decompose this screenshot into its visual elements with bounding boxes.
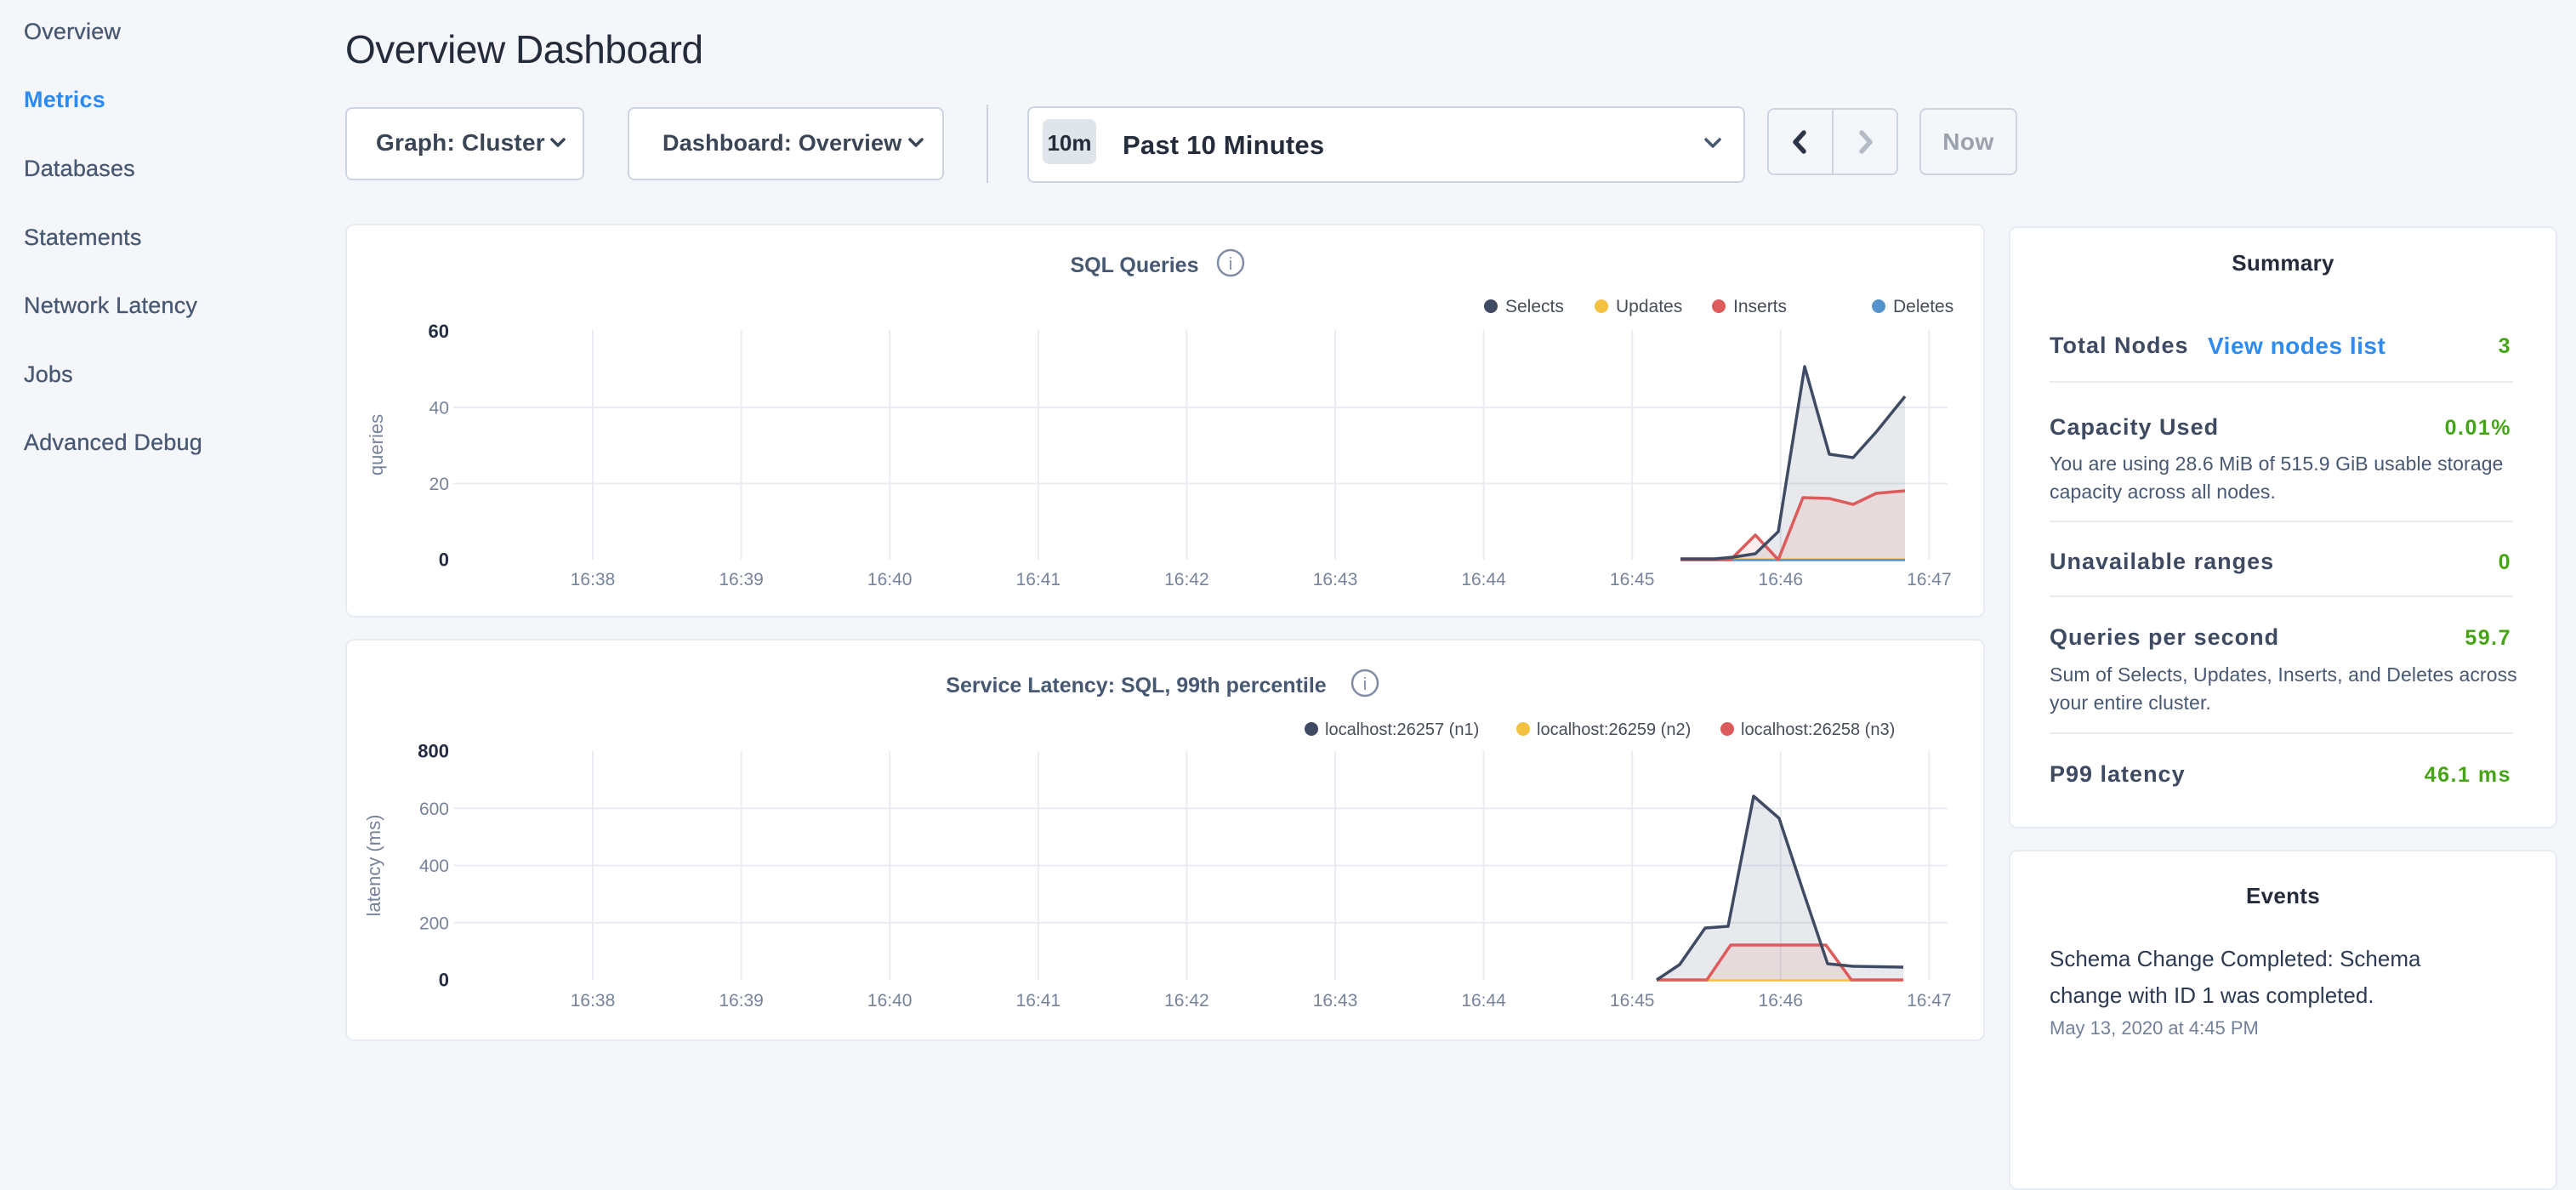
svg-text:16:40: 16:40 xyxy=(867,991,913,1011)
svg-text:16:43: 16:43 xyxy=(1313,570,1358,589)
svg-text:localhost:26257 (n1): localhost:26257 (n1) xyxy=(1325,720,1479,739)
svg-text:Updates: Updates xyxy=(1616,297,1682,316)
svg-text:800: 800 xyxy=(418,741,449,762)
svg-text:i: i xyxy=(1229,255,1232,274)
svg-text:60: 60 xyxy=(429,321,449,342)
svg-text:16:39: 16:39 xyxy=(719,991,764,1011)
svg-text:0: 0 xyxy=(439,970,449,991)
svg-text:16:44: 16:44 xyxy=(1461,570,1506,589)
svg-text:16:38: 16:38 xyxy=(571,570,616,589)
svg-text:16:38: 16:38 xyxy=(571,991,616,1011)
svg-text:16:41: 16:41 xyxy=(1016,570,1061,589)
svg-text:200: 200 xyxy=(419,914,449,933)
svg-text:16:43: 16:43 xyxy=(1313,991,1358,1011)
svg-text:Selects: Selects xyxy=(1505,297,1564,316)
svg-text:20: 20 xyxy=(429,475,449,494)
svg-text:16:46: 16:46 xyxy=(1759,570,1804,589)
svg-text:latency (ms): latency (ms) xyxy=(363,815,384,917)
svg-text:queries: queries xyxy=(366,414,387,475)
svg-text:Service Latency: SQL, 99th per: Service Latency: SQL, 99th percentile xyxy=(946,674,1326,697)
svg-text:16:45: 16:45 xyxy=(1610,570,1655,589)
svg-text:i: i xyxy=(1363,675,1367,694)
svg-text:16:47: 16:47 xyxy=(1907,570,1952,589)
svg-text:400: 400 xyxy=(419,857,449,876)
svg-text:16:40: 16:40 xyxy=(867,570,913,589)
svg-text:localhost:26258 (n3): localhost:26258 (n3) xyxy=(1741,720,1895,739)
svg-text:0: 0 xyxy=(439,549,449,571)
svg-text:16:42: 16:42 xyxy=(1164,570,1209,589)
svg-text:16:45: 16:45 xyxy=(1610,991,1655,1011)
svg-text:SQL Queries: SQL Queries xyxy=(1071,253,1199,277)
svg-text:40: 40 xyxy=(429,399,449,418)
svg-text:16:42: 16:42 xyxy=(1164,991,1209,1011)
svg-text:16:46: 16:46 xyxy=(1759,991,1804,1011)
svg-text:16:47: 16:47 xyxy=(1907,991,1952,1011)
svg-text:16:44: 16:44 xyxy=(1461,991,1506,1011)
svg-text:localhost:26259 (n2): localhost:26259 (n2) xyxy=(1537,720,1691,739)
svg-text:600: 600 xyxy=(419,800,449,819)
svg-text:16:39: 16:39 xyxy=(719,570,764,589)
svg-text:16:41: 16:41 xyxy=(1016,991,1061,1011)
svg-text:Deletes: Deletes xyxy=(1893,297,1953,316)
svg-text:Inserts: Inserts xyxy=(1733,297,1787,316)
